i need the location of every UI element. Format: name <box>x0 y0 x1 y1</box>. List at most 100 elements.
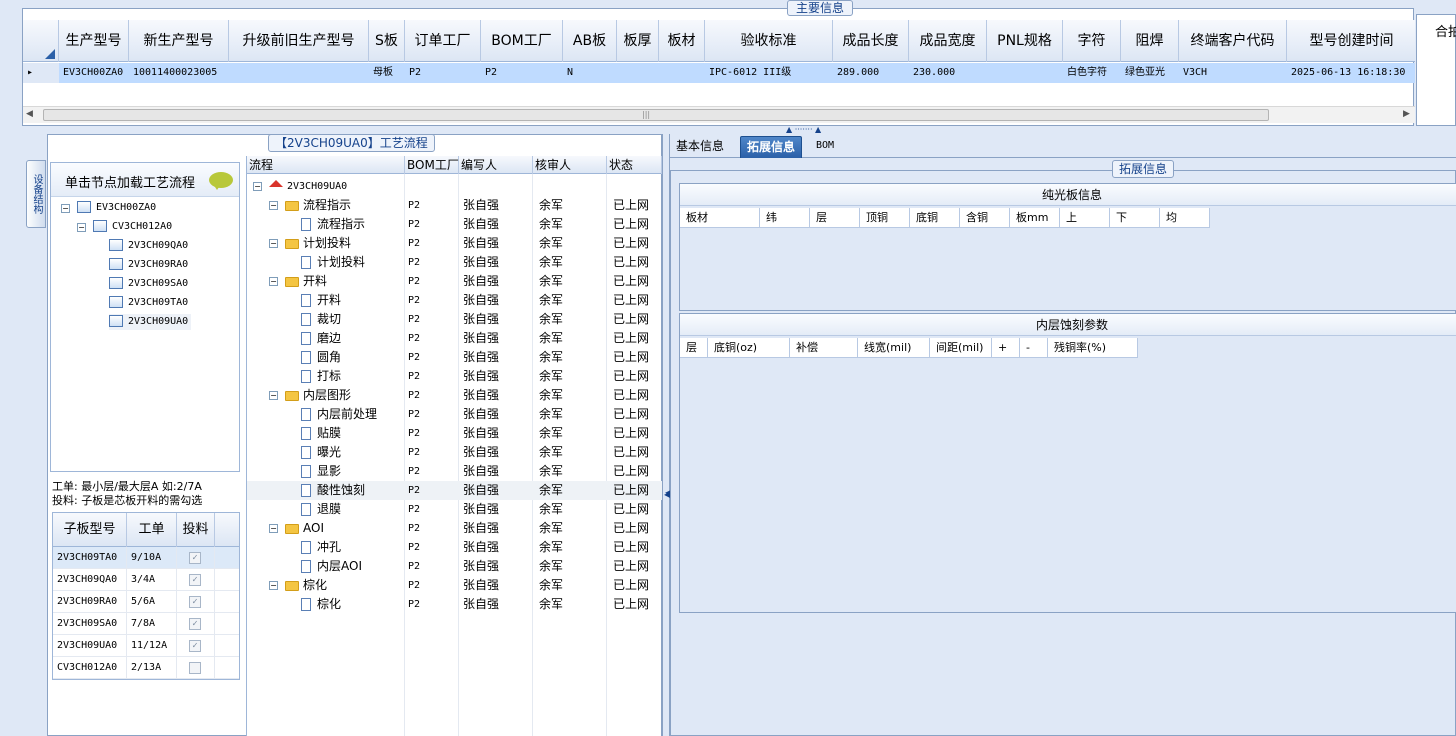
flow-row[interactable]: − 计划投料 P2 张自强 余军 已上网 <box>247 234 662 253</box>
column-header[interactable]: 底铜(oz) <box>708 338 790 358</box>
flow-row[interactable]: 打标 P2 张自强 余军 已上网 <box>247 367 662 386</box>
column-header[interactable]: 板厚 <box>617 20 659 62</box>
column-header[interactable]: 层 <box>810 208 860 228</box>
flow-row[interactable]: − AOI P2 张自强 余军 已上网 <box>247 519 662 538</box>
tree-node-leaf[interactable]: 2V3CH09SA0 <box>109 276 188 292</box>
feed-checkbox[interactable]: ✓ <box>189 574 201 586</box>
column-header[interactable]: 工单 <box>127 513 177 547</box>
table-row[interactable]: 2V3CH09UA0 11/12A ✓ <box>53 635 239 657</box>
column-header[interactable]: 板材 <box>680 208 760 228</box>
feed-checkbox[interactable]: ✓ <box>189 552 201 564</box>
tree-node-leaf[interactable]: 2V3CH09TA0 <box>109 295 188 311</box>
tree-node-leaf-selected[interactable]: 2V3CH09UA0 <box>109 314 192 330</box>
feed-checkbox[interactable]: ✓ <box>189 640 201 652</box>
column-header[interactable]: - <box>1020 338 1048 358</box>
column-header[interactable]: 板材 <box>659 20 705 62</box>
column-header[interactable]: 验收标准 <box>705 20 833 62</box>
column-header[interactable]: 订单工厂 <box>405 20 481 62</box>
flow-row[interactable]: 计划投料 P2 张自强 余军 已上网 <box>247 253 662 272</box>
column-header[interactable]: 均 <box>1160 208 1210 228</box>
column-header[interactable]: 补偿 <box>790 338 858 358</box>
collapse-icon[interactable]: − <box>61 204 70 213</box>
tree-node-root[interactable]: EV3CH00ZA0 <box>77 200 156 216</box>
flow-row[interactable]: 退膜 P2 张自强 余军 已上网 <box>247 500 662 519</box>
column-header[interactable]: 状态 <box>607 156 662 174</box>
flow-row[interactable]: 开料 P2 张自强 余军 已上网 <box>247 291 662 310</box>
flow-row[interactable]: 棕化 P2 张自强 余军 已上网 <box>247 595 662 614</box>
column-header[interactable]: 生产型号 <box>59 20 129 62</box>
column-header[interactable]: 升级前旧生产型号 <box>229 20 369 62</box>
collapse-icon[interactable]: − <box>269 277 278 286</box>
tree-node-child[interactable]: CV3CH012A0 <box>93 219 172 235</box>
column-header[interactable]: 型号创建时间 <box>1287 20 1417 62</box>
column-header[interactable]: 编写人 <box>459 156 533 174</box>
table-row[interactable]: 2V3CH09RA0 5/6A ✓ <box>53 591 239 613</box>
flow-row[interactable]: − 流程指示 P2 张自强 余军 已上网 <box>247 196 662 215</box>
flow-row[interactable]: 内层AOI P2 张自强 余军 已上网 <box>247 557 662 576</box>
column-header[interactable]: 字符 <box>1063 20 1121 62</box>
column-header[interactable]: 终端客户代码 <box>1179 20 1287 62</box>
flow-row[interactable]: 冲孔 P2 张自强 余军 已上网 <box>247 538 662 557</box>
column-header[interactable]: 流程 <box>247 156 405 174</box>
column-header[interactable]: BOM工厂 <box>405 156 459 174</box>
column-header[interactable]: AB板 <box>563 20 617 62</box>
column-header[interactable]: 含铜 <box>960 208 1010 228</box>
table-row[interactable]: ▸ EV3CH00ZA0 10011400023005 母板 P2 P2 N IPC-6012… <box>23 63 1415 83</box>
column-header[interactable]: 层 <box>680 338 708 358</box>
collapse-grip-icon[interactable]: ▲ ······· ▲ <box>786 125 821 134</box>
column-header[interactable]: 阻焊 <box>1121 20 1179 62</box>
collapse-icon[interactable]: − <box>269 391 278 400</box>
flow-row[interactable]: 内层前处理 P2 张自强 余军 已上网 <box>247 405 662 424</box>
tab-device-structure[interactable]: 设备结构 <box>26 160 46 228</box>
flow-row[interactable]: − 开料 P2 张自强 余军 已上网 <box>247 272 662 291</box>
flow-row[interactable]: 贴膜 P2 张自强 余军 已上网 <box>247 424 662 443</box>
collapse-icon[interactable]: − <box>269 581 278 590</box>
select-all-icon[interactable] <box>23 20 59 62</box>
feed-checkbox[interactable]: ✓ <box>189 596 201 608</box>
collapse-icon[interactable]: − <box>253 182 262 191</box>
tab-basic-info[interactable]: 基本信息 <box>670 136 730 158</box>
column-header[interactable]: 子板型号 <box>53 513 127 547</box>
flow-row[interactable]: 圆角 P2 张自强 余军 已上网 <box>247 348 662 367</box>
table-row[interactable]: 2V3CH09QA0 3/4A ✓ <box>53 569 239 591</box>
panel-splitter[interactable]: ◀ <box>662 134 670 736</box>
column-header[interactable]: 纬 <box>760 208 810 228</box>
column-header[interactable]: 下 <box>1110 208 1160 228</box>
tree-node-leaf[interactable]: 2V3CH09RA0 <box>109 257 188 273</box>
collapse-icon[interactable]: − <box>269 239 278 248</box>
column-header[interactable]: 成品宽度 <box>909 20 987 62</box>
scroll-left-icon[interactable]: ◀ <box>26 109 33 119</box>
flow-row[interactable]: − 棕化 P2 张自强 余军 已上网 <box>247 576 662 595</box>
collapse-icon[interactable]: − <box>269 524 278 533</box>
collapse-icon[interactable]: − <box>77 223 86 232</box>
tree-node-leaf[interactable]: 2V3CH09QA0 <box>109 238 188 254</box>
flow-row[interactable]: 曝光 P2 张自强 余军 已上网 <box>247 443 662 462</box>
row-pointer-icon[interactable]: ▸ <box>23 63 59 83</box>
column-header[interactable]: 核审人 <box>533 156 607 174</box>
column-header[interactable]: 成品长度 <box>833 20 909 62</box>
column-header[interactable]: PNL规格 <box>987 20 1063 62</box>
column-header[interactable]: 顶铜 <box>860 208 910 228</box>
column-header[interactable]: 新生产型号 <box>129 20 229 62</box>
tree-root-row[interactable]: − 2V3CH09UA0 <box>247 177 662 196</box>
column-header[interactable]: 上 <box>1060 208 1110 228</box>
flow-row[interactable]: 磨边 P2 张自强 余军 已上网 <box>247 329 662 348</box>
scroll-thumb[interactable]: ||| <box>43 109 1269 121</box>
flow-row[interactable]: 流程指示 P2 张自强 余军 已上网 <box>247 215 662 234</box>
column-header[interactable]: S板 <box>369 20 405 62</box>
column-header[interactable]: BOM工厂 <box>481 20 563 62</box>
table-row[interactable]: 2V3CH09TA0 9/10A ✓ <box>53 547 239 569</box>
table-row[interactable]: CV3CH012A0 2/13A <box>53 657 239 679</box>
table-row[interactable]: 2V3CH09SA0 7/8A ✓ <box>53 613 239 635</box>
tab-extended-info[interactable]: 拓展信息 <box>740 136 803 158</box>
collapse-icon[interactable]: − <box>269 201 278 210</box>
scroll-right-icon[interactable]: ▶ <box>1403 109 1410 119</box>
column-header[interactable]: 板mm <box>1010 208 1060 228</box>
flow-row[interactable]: 裁切 P2 张自强 余军 已上网 <box>247 310 662 329</box>
column-header[interactable]: 残铜率(%) <box>1048 338 1138 358</box>
column-header[interactable]: 底铜 <box>910 208 960 228</box>
column-header[interactable]: 间距(mil) <box>930 338 992 358</box>
flow-row[interactable]: 酸性蚀刻 P2 张自强 余军 已上网 <box>247 481 662 500</box>
tab-bom[interactable]: BOM <box>810 136 840 158</box>
horizontal-scrollbar[interactable]: ◀ ||| ▶ <box>23 106 1415 123</box>
